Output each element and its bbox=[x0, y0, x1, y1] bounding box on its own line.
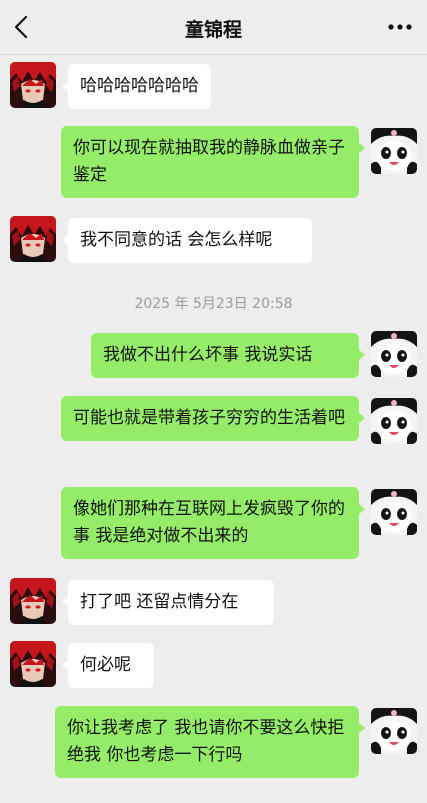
message-bubble[interactable]: 你可以现在就抽取我的静脉血做亲子鉴定 bbox=[61, 126, 365, 198]
contact-avatar[interactable] bbox=[10, 578, 56, 624]
message-bubble[interactable]: 何必呢 bbox=[62, 643, 154, 688]
message-bubble[interactable]: 可能也就是带着孩子穷穷的生活着吧 bbox=[61, 396, 365, 441]
contact-avatar[interactable] bbox=[10, 216, 56, 262]
message-bubble[interactable]: 打了吧 还留点情分在 bbox=[62, 580, 274, 625]
contact-avatar[interactable] bbox=[10, 641, 56, 687]
message-bubble[interactable]: 你让我考虑了 我也请你不要这么快拒绝我 你也考虑一下行吗 bbox=[55, 706, 365, 778]
message-bubble[interactable]: 我做不出什么坏事 我说实话 bbox=[91, 333, 365, 378]
contact-avatar[interactable] bbox=[10, 62, 56, 108]
timestamp: 2025 年 5月23日 20:58 bbox=[134, 296, 293, 312]
message-bubble[interactable]: 哈哈哈哈哈哈哈 bbox=[62, 64, 211, 109]
self-avatar[interactable] bbox=[371, 398, 417, 444]
chat-header: 童锦程 bbox=[0, 0, 427, 55]
self-avatar[interactable] bbox=[371, 489, 417, 535]
message-bubble[interactable]: 像她们那种在互联网上发疯毁了你的事 我是绝对做不出来的 bbox=[61, 487, 365, 559]
self-avatar[interactable] bbox=[371, 331, 417, 377]
self-avatar[interactable] bbox=[371, 708, 417, 754]
message-bubble[interactable]: 我不同意的话 会怎么样呢 bbox=[62, 218, 312, 263]
chat-title: 童锦程 bbox=[184, 19, 242, 41]
more-dots-icon[interactable] bbox=[387, 18, 413, 36]
self-avatar[interactable] bbox=[371, 128, 417, 174]
